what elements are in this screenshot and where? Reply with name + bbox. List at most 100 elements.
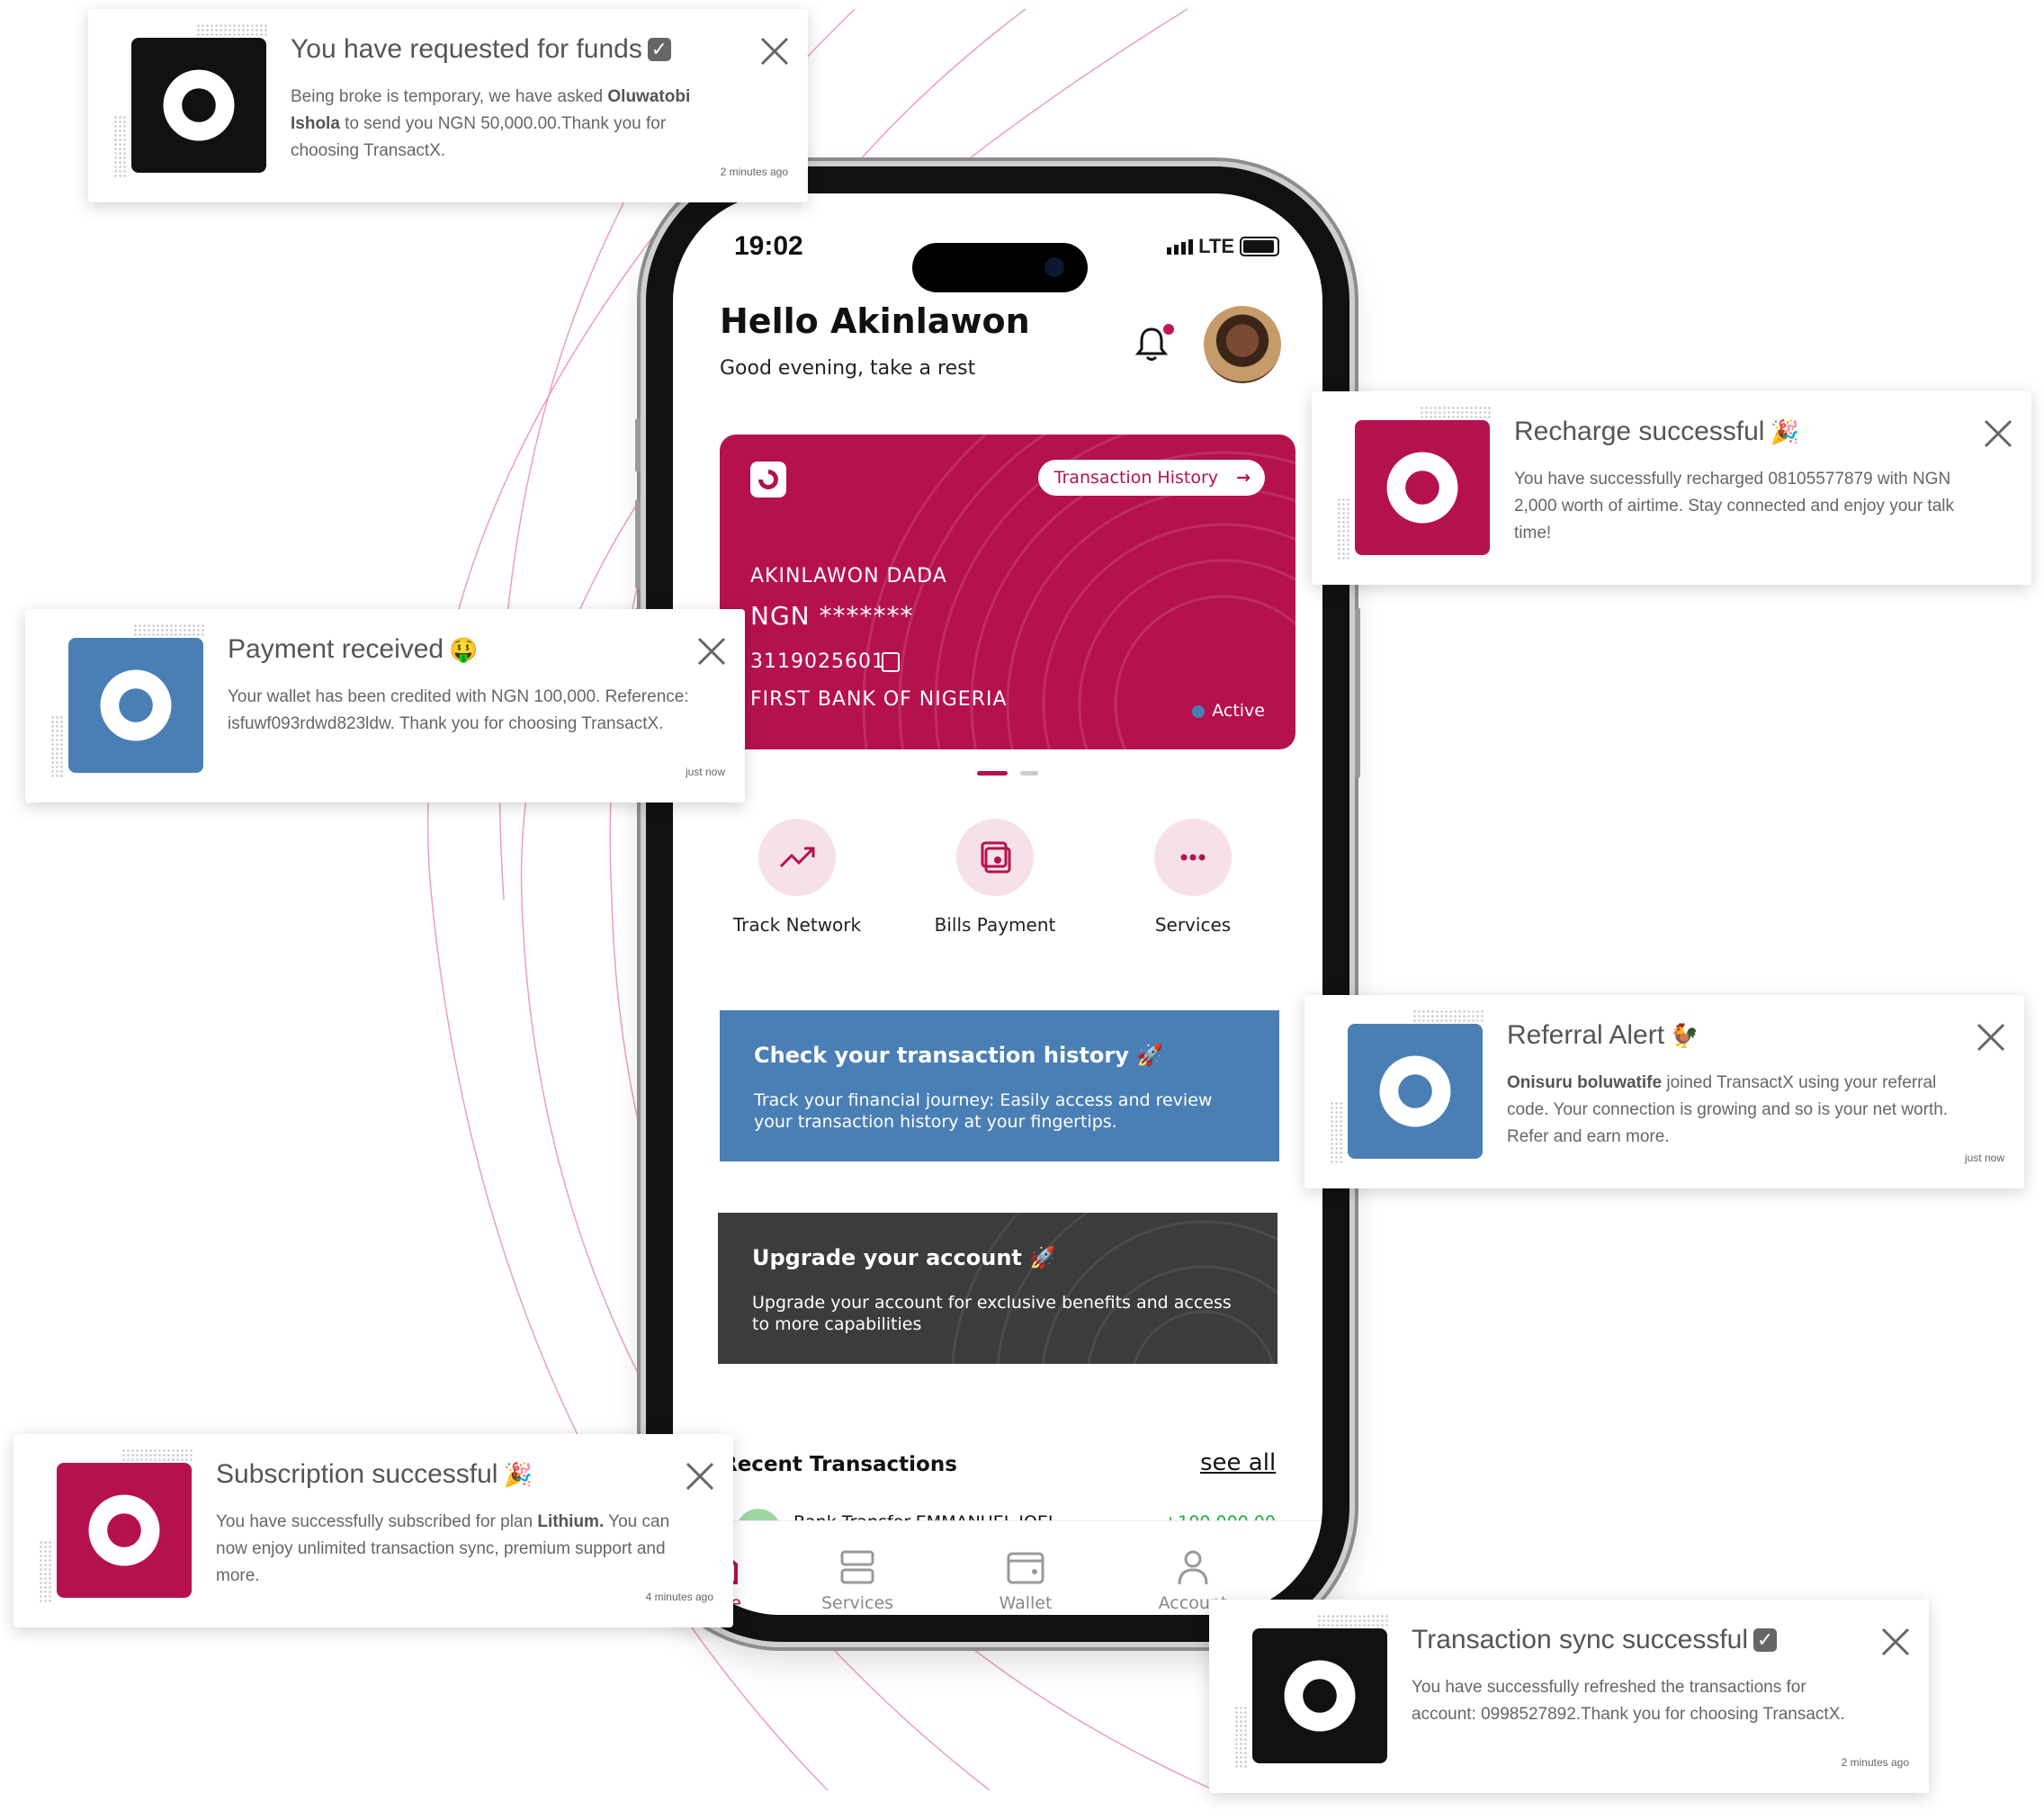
promo-title: Check your transaction history 🚀 (754, 1043, 1164, 1068)
card-holder-name: AKINLAWON DADA (750, 565, 947, 587)
notification-time: just now (685, 766, 725, 778)
phone-screen: 19:02 LTE Hello Akinlawon Good evening, … (673, 193, 1322, 1615)
notification-body: Your wallet has been credited with NGN 1… (228, 687, 689, 733)
check-icon: ✓ (647, 38, 671, 61)
notification-body: You have successfully recharged 08105577… (1514, 470, 1954, 542)
decorative-dots (1412, 1009, 1484, 1022)
notification-body: You have successfully refreshed the tran… (1412, 1678, 1845, 1724)
notification-time: 2 minutes ago (1841, 1756, 1909, 1769)
notification-title: Transaction sync successful ✓ (1412, 1625, 1778, 1655)
notification-transaction-sync[interactable]: Transaction sync successful ✓ You have su… (1209, 1600, 1929, 1793)
close-icon[interactable] (685, 1461, 715, 1492)
transaction-history-button[interactable]: Transaction History → (1037, 460, 1265, 496)
promo-text: Track your financial journey: Easily acc… (754, 1090, 1213, 1132)
notification-time: just now (1964, 1152, 2004, 1164)
close-icon[interactable] (696, 636, 727, 667)
trending-up-icon (779, 847, 815, 868)
pager-dot[interactable] (1020, 771, 1038, 776)
quick-action-track-network[interactable]: Track Network (716, 819, 878, 936)
brand-logo-icon (750, 462, 786, 498)
brand-logo-icon (68, 638, 203, 773)
quick-action-label: Services (1154, 914, 1232, 936)
decorative-dots (133, 623, 205, 636)
decorative-dots (1234, 1706, 1249, 1769)
notification-title: Referral Alert 🐓 (1507, 1020, 1699, 1050)
party-popper-icon: 🎉 (503, 1461, 533, 1488)
brand-logo-icon (131, 38, 266, 173)
promo-swirl-pattern (951, 1213, 1278, 1364)
tab-services[interactable]: Services (799, 1547, 916, 1613)
notification-payment-received[interactable]: Payment received 🤑 Your wallet has been c… (25, 609, 745, 802)
decorative-dots (121, 1448, 193, 1461)
avatar[interactable] (1204, 306, 1281, 383)
close-icon[interactable] (1880, 1627, 1911, 1657)
status-time: 19:02 (734, 231, 803, 261)
promo-title: Upgrade your account 🚀 (752, 1245, 1057, 1270)
decorative-dots (196, 23, 268, 36)
money-face-icon: 🤑 (449, 636, 479, 663)
signal-icon (1167, 238, 1194, 255)
arrow-right-icon: → (1236, 468, 1251, 488)
services-icon (840, 1550, 874, 1584)
copy-icon[interactable] (882, 652, 900, 672)
battery-icon (1240, 237, 1279, 256)
brand-logo-icon (1355, 420, 1490, 555)
card-pager (977, 771, 1038, 776)
greeting-subtitle: Good evening, take a rest (720, 357, 976, 380)
card-balance: NGN ******* (750, 601, 914, 631)
notification-time: 2 minutes ago (720, 166, 788, 178)
decorative-dots (1337, 498, 1351, 560)
bill-icon (981, 841, 1011, 874)
quick-action-label: Track Network (732, 914, 862, 936)
promo-text: Upgrade your account for exclusive benef… (752, 1293, 1232, 1334)
close-icon[interactable] (759, 36, 790, 67)
decorative-dots (39, 1540, 53, 1603)
bank-name: FIRST BANK OF NIGERIA (750, 688, 1008, 711)
transaction-history-label: Transaction History (1053, 468, 1218, 488)
decorative-dots (1420, 406, 1492, 418)
rooster-icon: 🐓 (1670, 1022, 1699, 1049)
check-icon: ✓ (1753, 1628, 1778, 1652)
phone-mockup: 19:02 LTE Hello Akinlawon Good evening, … (635, 166, 1360, 1642)
notification-recharge-successful[interactable]: Recharge successful 🎉 You have successful… (1312, 391, 2031, 585)
wallet-icon (1007, 1552, 1044, 1584)
notification-badge (1163, 324, 1174, 335)
status-badge: Active (1192, 701, 1265, 721)
status-dot-icon (1192, 704, 1206, 718)
notification-referral-alert[interactable]: Referral Alert 🐓 Onisuru boluwatife joine… (1304, 995, 2024, 1188)
phone-volume-up (635, 499, 641, 589)
see-all-link[interactable]: see all (1200, 1449, 1276, 1476)
pager-dot-active[interactable] (977, 771, 1008, 776)
phone-side-button (635, 418, 641, 472)
brand-logo-icon (57, 1463, 192, 1598)
notification-title: Subscription successful 🎉 (216, 1459, 533, 1489)
user-icon (1178, 1550, 1208, 1585)
tab-wallet[interactable]: Wallet (967, 1547, 1084, 1613)
decorative-dots (50, 715, 65, 778)
notification-body: Onisuru boluwatife joined TransactX usin… (1507, 1073, 1949, 1146)
status-text: Active (1212, 701, 1265, 721)
close-icon[interactable] (1976, 1022, 2006, 1053)
notification-title: You have requested for funds ✓ (291, 34, 671, 65)
decorative-dots (113, 115, 128, 178)
phone-power-button (1355, 607, 1360, 778)
camera-icon (1044, 257, 1064, 277)
account-number: 3119025601 (750, 650, 885, 673)
notification-body: Being broke is temporary, we have asked … (291, 87, 691, 160)
notification-subscription-successful[interactable]: Subscription successful 🎉 You have succes… (13, 1434, 733, 1627)
account-card[interactable]: Transaction History → AKINLAWON DADA NGN… (720, 435, 1295, 749)
notification-body: You have successfully subscribed for pla… (216, 1512, 670, 1585)
promo-upgrade-account[interactable]: Upgrade your account 🚀 Upgrade your acco… (718, 1213, 1278, 1364)
quick-action-bills-payment[interactable]: Bills Payment (914, 819, 1076, 936)
notification-title: Payment received 🤑 (228, 634, 479, 664)
more-dots-icon (1180, 854, 1206, 861)
page-title: Hello Akinlawon (720, 301, 1030, 341)
quick-action-services[interactable]: Services (1112, 819, 1274, 936)
notification-requested-funds[interactable]: You have requested for funds ✓ Being brok… (88, 9, 808, 202)
close-icon[interactable] (1983, 418, 2013, 449)
network-type: LTE (1198, 235, 1234, 257)
promo-transaction-history[interactable]: Check your transaction history 🚀 Track y… (720, 1010, 1279, 1161)
decorative-dots (1330, 1101, 1344, 1164)
recent-transactions-title: Recent Transactions (722, 1453, 957, 1476)
tab-label: Services (820, 1593, 894, 1613)
